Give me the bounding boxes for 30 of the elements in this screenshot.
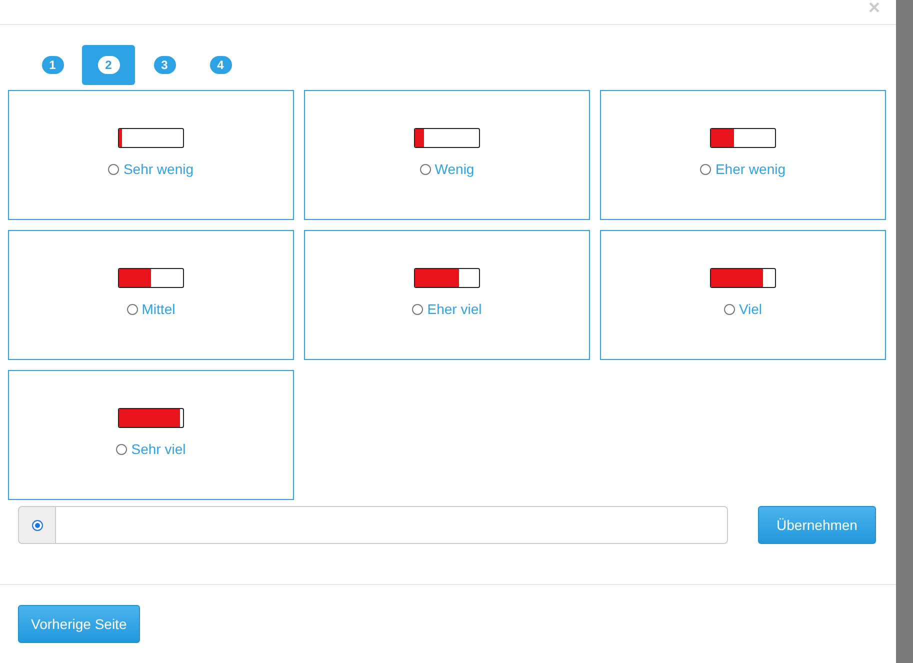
option-card[interactable]: Wenig bbox=[304, 90, 590, 220]
radio-button[interactable] bbox=[724, 304, 735, 314]
option-card[interactable]: Viel bbox=[600, 230, 886, 360]
radio-button[interactable] bbox=[126, 304, 138, 314]
option-label[interactable]: Eher wenig bbox=[715, 161, 786, 177]
input-field[interactable] bbox=[56, 506, 728, 544]
option-card[interactable]: Mittel bbox=[8, 230, 294, 360]
option-card[interactable]: Sehr wenig bbox=[8, 90, 294, 220]
radio-button[interactable] bbox=[420, 164, 431, 174]
step-tab[interactable]: 3 bbox=[138, 45, 191, 85]
apply-button[interactable]: Übernehmen bbox=[758, 506, 876, 544]
close-button[interactable]: × bbox=[868, 0, 880, 16]
option-label[interactable]: Sehr viel bbox=[131, 441, 186, 457]
option-label[interactable]: Eher viel bbox=[427, 301, 482, 317]
radio-button[interactable] bbox=[412, 304, 424, 314]
option-card[interactable]: Eher wenig bbox=[600, 90, 886, 220]
previous-page-button[interactable]: Vorherige Seite bbox=[18, 605, 140, 643]
option-label[interactable]: Sehr wenig bbox=[123, 161, 194, 177]
radio-button[interactable] bbox=[700, 164, 712, 174]
step-tab[interactable]: 4 bbox=[194, 45, 247, 85]
option-card[interactable]: Eher viel bbox=[304, 230, 590, 360]
step-tab[interactable]: 2 bbox=[82, 45, 135, 85]
radio-button[interactable] bbox=[116, 444, 128, 454]
option-label[interactable]: Viel bbox=[738, 301, 762, 317]
step-tab[interactable]: 1 bbox=[26, 45, 79, 85]
option-label[interactable]: Wenig bbox=[434, 161, 474, 177]
option-card[interactable]: Sehr viel bbox=[8, 370, 294, 500]
radio-button[interactable] bbox=[108, 164, 120, 174]
radio-button[interactable] bbox=[32, 520, 42, 530]
option-label[interactable]: Mittel bbox=[142, 301, 176, 317]
